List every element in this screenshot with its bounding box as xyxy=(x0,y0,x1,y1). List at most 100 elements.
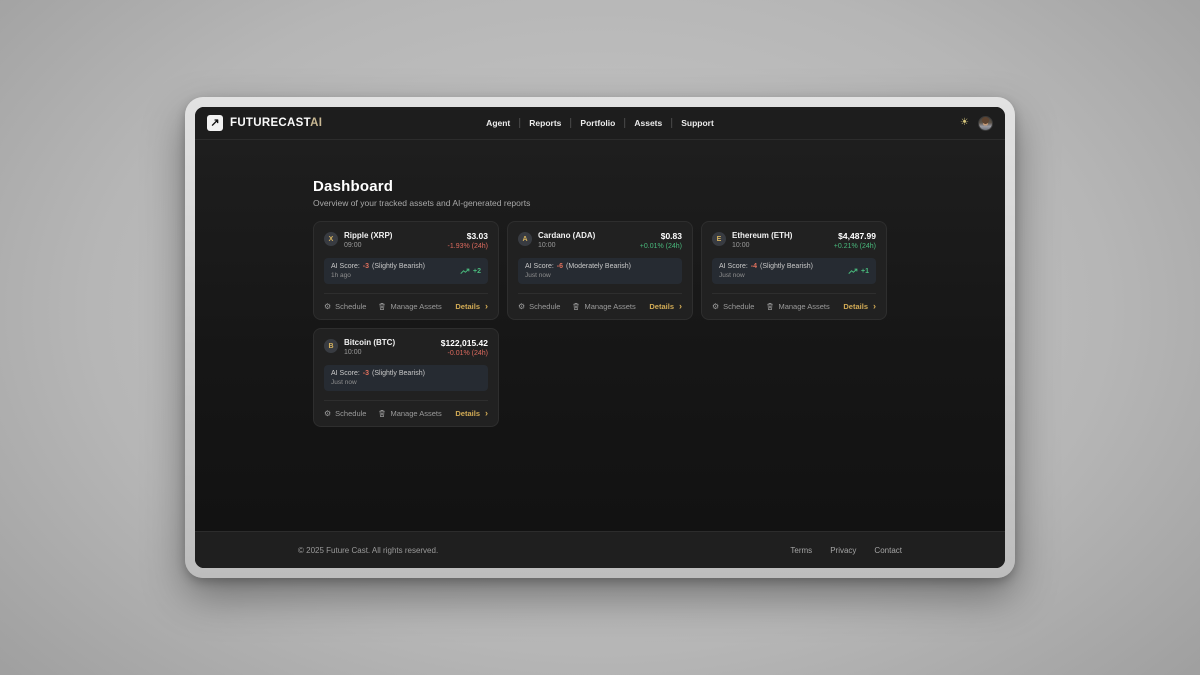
trending-up-icon xyxy=(460,268,470,275)
ai-score-label: AI Score: xyxy=(719,263,748,270)
main-nav: Agent Reports Portfolio Assets Support xyxy=(486,107,714,139)
details-button[interactable]: Details › xyxy=(649,302,682,311)
ai-score-chip: AI Score: -6 (Moderately Bearish) Just n… xyxy=(518,258,682,284)
trash-icon xyxy=(378,302,386,311)
chevron-right-icon: › xyxy=(679,302,682,311)
ai-score-chip: AI Score: -3 (Slightly Bearish) Just now xyxy=(324,365,488,391)
details-button[interactable]: Details › xyxy=(455,409,488,418)
footer-link-privacy[interactable]: Privacy xyxy=(830,546,856,555)
asset-name: Bitcoin (BTC) xyxy=(344,338,395,347)
card-actions: ⚙ Schedule Manage Assets Details › xyxy=(518,294,682,311)
trend-delta: +1 xyxy=(861,268,869,275)
manage-assets-button[interactable]: Manage Assets xyxy=(572,302,635,311)
page-subtitle: Overview of your tracked assets and AI-g… xyxy=(313,198,887,208)
copyright-text: © 2025 Future Cast. All rights reserved. xyxy=(298,546,438,555)
nav-separator xyxy=(519,118,520,128)
ai-score-value: -4 xyxy=(751,263,757,270)
card-actions: ⚙ Schedule Manage Assets Details › xyxy=(324,294,488,311)
footer-link-contact[interactable]: Contact xyxy=(874,546,902,555)
trash-icon xyxy=(378,409,386,418)
app-header: ↗ FUTURECASTAI Agent Reports Portfolio A… xyxy=(195,107,1005,140)
ai-updated-time: Just now xyxy=(719,272,813,279)
asset-price: $3.03 xyxy=(448,231,488,241)
gear-icon: ⚙ xyxy=(324,410,331,418)
asset-card-bitcoin: B Bitcoin (BTC) 10:00 $122,015.42 -0.01%… xyxy=(313,328,499,427)
ai-score-chip: AI Score: -4 (Slightly Bearish) Just now… xyxy=(712,258,876,284)
trending-up-icon xyxy=(848,268,858,275)
ai-score-value: -3 xyxy=(363,370,369,377)
ai-sentiment: (Slightly Bearish) xyxy=(760,263,813,270)
asset-card-ripple: X Ripple (XRP) 09:00 $3.03 -1.93% (24h) xyxy=(313,221,499,320)
asset-initial-badge: A xyxy=(518,232,532,246)
chevron-right-icon: › xyxy=(485,302,488,311)
manage-assets-button[interactable]: Manage Assets xyxy=(378,302,441,311)
nav-item-support[interactable]: Support xyxy=(681,118,714,128)
ai-updated-time: Just now xyxy=(525,272,631,279)
app-window: ↗ FUTURECASTAI Agent Reports Portfolio A… xyxy=(185,97,1015,578)
asset-name: Ripple (XRP) xyxy=(344,231,392,240)
brand-logo-icon: ↗ xyxy=(207,115,223,131)
brand: ↗ FUTURECASTAI xyxy=(207,115,322,131)
gear-icon: ⚙ xyxy=(518,303,525,311)
ai-score-chip: AI Score: -3 (Slightly Bearish) 1h ago +… xyxy=(324,258,488,284)
schedule-button[interactable]: ⚙ Schedule xyxy=(712,302,754,311)
asset-initial-badge: B xyxy=(324,339,338,353)
brand-name: FUTURECASTAI xyxy=(230,117,322,129)
trend-delta: +2 xyxy=(473,268,481,275)
app-footer: © 2025 Future Cast. All rights reserved.… xyxy=(195,531,1005,568)
ai-score-value: -3 xyxy=(363,263,369,270)
nav-separator xyxy=(624,118,625,128)
asset-initial-badge: E xyxy=(712,232,726,246)
asset-card-grid: X Ripple (XRP) 09:00 $3.03 -1.93% (24h) xyxy=(313,221,887,427)
app-surface: ↗ FUTURECASTAI Agent Reports Portfolio A… xyxy=(195,107,1005,568)
trend-badge: +2 xyxy=(460,268,481,275)
ai-score-value: -6 xyxy=(557,263,563,270)
theme-toggle-sun-icon[interactable]: ☀ xyxy=(960,118,969,128)
ai-sentiment: (Moderately Bearish) xyxy=(566,263,631,270)
gear-icon: ⚙ xyxy=(324,303,331,311)
nav-item-assets[interactable]: Assets xyxy=(634,118,662,128)
manage-assets-button[interactable]: Manage Assets xyxy=(378,409,441,418)
ai-score-label: AI Score: xyxy=(331,370,360,377)
details-button[interactable]: Details › xyxy=(455,302,488,311)
gear-icon: ⚙ xyxy=(712,303,719,311)
asset-price: $0.83 xyxy=(640,231,682,241)
manage-assets-button[interactable]: Manage Assets xyxy=(766,302,829,311)
nav-separator xyxy=(671,118,672,128)
nav-item-portfolio[interactable]: Portfolio xyxy=(580,118,615,128)
asset-price: $4,487.99 xyxy=(834,231,876,241)
trend-badge: +1 xyxy=(848,268,869,275)
user-avatar[interactable] xyxy=(978,116,993,131)
nav-separator xyxy=(570,118,571,128)
chevron-right-icon: › xyxy=(873,302,876,311)
schedule-button[interactable]: ⚙ Schedule xyxy=(324,409,366,418)
header-right: ☀ xyxy=(960,116,993,131)
nav-item-agent[interactable]: Agent xyxy=(486,118,510,128)
schedule-button[interactable]: ⚙ Schedule xyxy=(324,302,366,311)
brand-name-main: FUTURECAST xyxy=(230,117,310,129)
details-button[interactable]: Details › xyxy=(843,302,876,311)
asset-card-ethereum: E Ethereum (ETH) 10:00 $4,487.99 +0.21% … xyxy=(701,221,887,320)
asset-time: 09:00 xyxy=(344,242,392,249)
asset-change: -1.93% (24h) xyxy=(448,243,488,250)
nav-item-reports[interactable]: Reports xyxy=(529,118,561,128)
asset-time: 10:00 xyxy=(538,242,595,249)
asset-card-cardano: A Cardano (ADA) 10:00 $0.83 +0.01% (24h) xyxy=(507,221,693,320)
trash-icon xyxy=(572,302,580,311)
ai-sentiment: (Slightly Bearish) xyxy=(372,370,425,377)
brand-name-accent: AI xyxy=(310,117,322,129)
footer-link-terms[interactable]: Terms xyxy=(790,546,812,555)
asset-time: 10:00 xyxy=(344,349,395,356)
card-actions: ⚙ Schedule Manage Assets Details › xyxy=(324,401,488,418)
asset-name: Cardano (ADA) xyxy=(538,231,595,240)
trash-icon xyxy=(766,302,774,311)
page-title: Dashboard xyxy=(313,178,887,195)
ai-updated-time: 1h ago xyxy=(331,272,425,279)
asset-change: +0.21% (24h) xyxy=(834,243,876,250)
asset-change: -0.01% (24h) xyxy=(441,350,488,357)
ai-sentiment: (Slightly Bearish) xyxy=(372,263,425,270)
asset-change: +0.01% (24h) xyxy=(640,243,682,250)
ai-score-label: AI Score: xyxy=(525,263,554,270)
schedule-button[interactable]: ⚙ Schedule xyxy=(518,302,560,311)
asset-price: $122,015.42 xyxy=(441,338,488,348)
